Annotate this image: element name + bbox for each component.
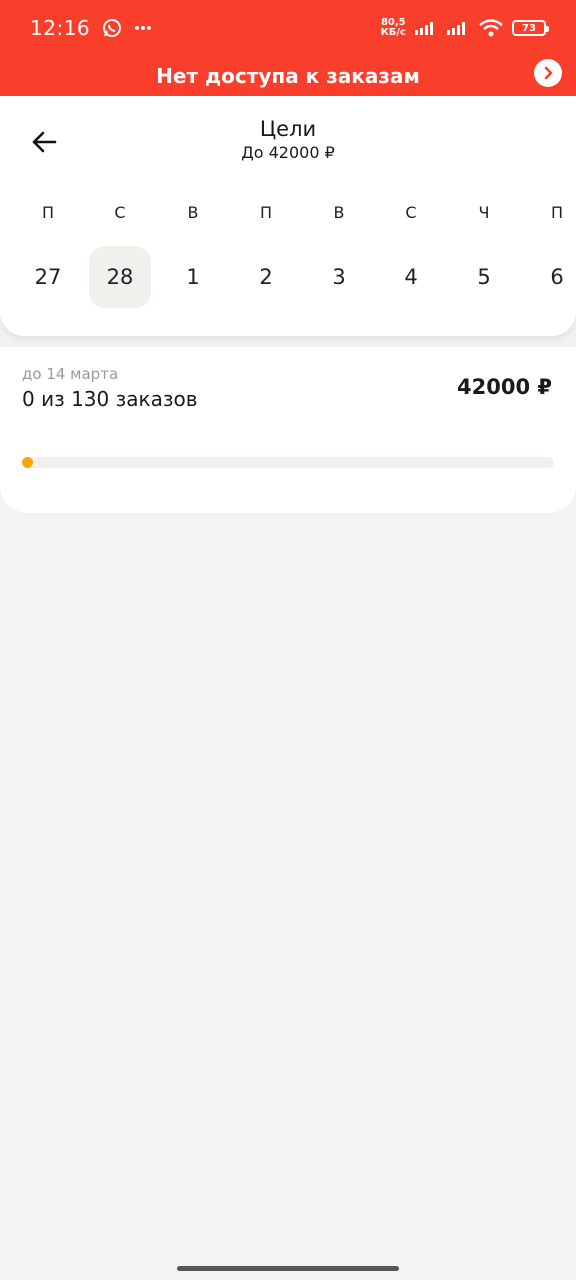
goal-deadline: до 14 марта	[22, 365, 119, 383]
weekday-label: С	[405, 202, 417, 222]
signal-icon	[415, 22, 433, 35]
date-cell[interactable]: 27	[17, 246, 79, 308]
home-indicator[interactable]	[177, 1266, 399, 1271]
banner-arrow-button[interactable]	[534, 59, 562, 87]
weekday-label: В	[333, 202, 345, 222]
more-dots-icon	[135, 26, 152, 30]
date-cell[interactable]: 4	[380, 246, 442, 308]
weekday-row: П С В П В С Ч П	[0, 192, 576, 232]
weekday-label: В	[187, 202, 199, 222]
whatsapp-icon	[103, 19, 122, 37]
banner-title: Нет доступа к заказам	[156, 64, 420, 88]
date-cell[interactable]: 6	[526, 246, 576, 308]
progress-fill	[22, 457, 33, 468]
page-subtitle: До 42000 ₽	[241, 143, 335, 162]
signal-icon-2	[447, 22, 465, 35]
progress-bar	[22, 457, 554, 468]
date-cell[interactable]: 5	[453, 246, 515, 308]
wifi-icon	[479, 19, 503, 37]
goal-card[interactable]: до 14 марта 0 из 130 заказов 42000 ₽	[0, 347, 576, 513]
status-bar: 12:16 80,5 КБ/с 73	[0, 0, 576, 56]
status-time: 12:16	[30, 16, 91, 40]
goal-progress-text: 0 из 130 заказов	[22, 387, 198, 411]
date-cell[interactable]: 3	[308, 246, 370, 308]
date-cell-selected[interactable]: 28	[89, 246, 151, 308]
network-speed: 80,5 КБ/с	[380, 17, 406, 38]
no-orders-banner[interactable]: Нет доступа к заказам	[0, 56, 576, 96]
date-row: 27 28 1 2 3 4 5 6	[0, 246, 576, 308]
weekday-label: С	[114, 202, 126, 222]
battery-icon: 73	[512, 20, 549, 36]
weekday-label: Ч	[478, 202, 490, 222]
page-title: Цели	[259, 117, 317, 141]
chevron-right-icon	[544, 66, 553, 80]
weekday-label: П	[259, 202, 273, 222]
weekday-label: П	[41, 202, 55, 222]
weekday-label: П	[550, 202, 564, 222]
goals-header: Цели До 42000 ₽ П С В П В С Ч П 27 28 1 …	[0, 96, 576, 336]
date-cell[interactable]: 2	[235, 246, 297, 308]
date-cell[interactable]: 1	[162, 246, 224, 308]
goal-amount: 42000 ₽	[457, 375, 552, 399]
